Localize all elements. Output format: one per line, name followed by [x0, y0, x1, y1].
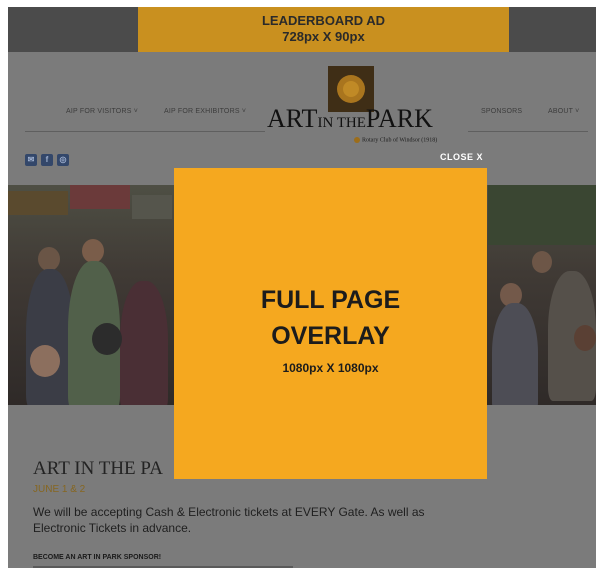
logo-park: PARK: [365, 104, 433, 133]
rotary-text: Rotary Club of Windsor (1918): [362, 137, 438, 144]
facebook-icon[interactable]: f: [41, 154, 53, 166]
nav-item-exhibitors[interactable]: AIP FOR EXHIBITORS ˅: [164, 108, 246, 115]
rotary-tagline: Rotary Club of Windsor (1918): [354, 137, 437, 143]
overlay-title-line1: FULL PAGE: [260, 286, 401, 314]
rotary-icon: [354, 137, 360, 143]
logo-art: ART: [267, 104, 318, 133]
leaderboard-ad-title: LEADERBOARD AD: [261, 13, 386, 28]
nav-divider-right: [468, 131, 588, 132]
nav-divider-left: [25, 131, 265, 132]
nav-item-about[interactable]: ABOUT ˅: [548, 108, 579, 115]
nav-item-visitors[interactable]: AIP FOR VISITORS ˅: [66, 108, 138, 115]
page: LEADERBOARD AD 728px X 90px AIP FOR VISI…: [0, 0, 603, 571]
leaderboard-ad-size: 728px X 90px: [282, 29, 365, 44]
full-page-overlay-ad[interactable]: FULL PAGE OVERLAY 1080px X 1080px: [174, 168, 487, 479]
sponsor-heading[interactable]: BECOME AN ART IN PARK SPONSOR!: [33, 554, 161, 561]
email-icon[interactable]: ✉: [25, 154, 37, 166]
overlay-title: FULL PAGE OVERLAY: [174, 282, 487, 354]
logo-in-the: IN THE: [317, 115, 366, 131]
close-overlay-button[interactable]: CLOSE X: [440, 152, 483, 162]
content-date: JUNE 1 & 2: [33, 484, 86, 495]
content-paragraph: We will be accepting Cash & Electronic t…: [33, 505, 425, 535]
leaderboard-ad[interactable]: LEADERBOARD AD 728px X 90px: [138, 7, 509, 52]
overlay-title-line2: OVERLAY: [271, 322, 390, 350]
sponsor-subtext: [33, 566, 293, 568]
instagram-icon[interactable]: ◎: [57, 154, 69, 166]
overlay-size: 1080px X 1080px: [282, 361, 379, 375]
content-title: ART IN THE PA: [33, 458, 163, 479]
nav-item-sponsors[interactable]: SPONSORS: [481, 108, 522, 115]
site-logo[interactable]: ARTIN THEPARK: [267, 104, 467, 138]
